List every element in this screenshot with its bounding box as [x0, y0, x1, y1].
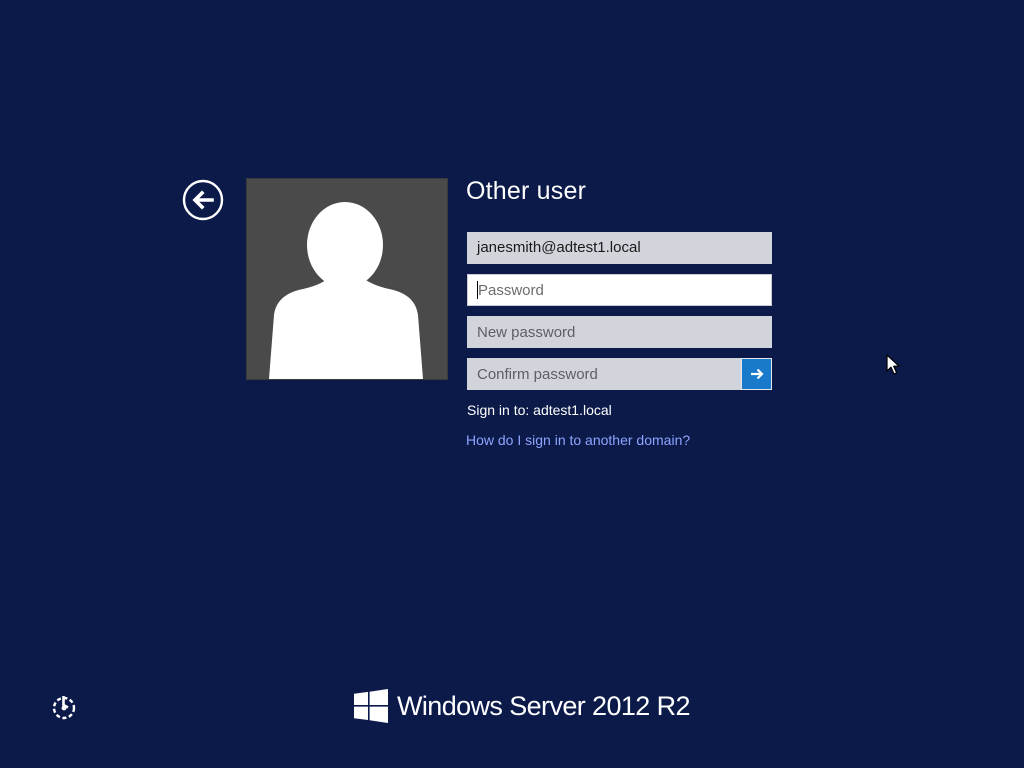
submit-button[interactable] [741, 358, 772, 390]
password-field[interactable] [467, 274, 772, 306]
new-password-field[interactable] [467, 316, 772, 348]
brand-text: Windows Server 2012 R2 [397, 690, 691, 721]
user-title: Other user [466, 177, 587, 205]
ease-of-access-button[interactable] [50, 693, 78, 721]
sign-in-domain-label: Sign in to: adtest1.local [467, 402, 612, 418]
text-caret [477, 281, 478, 299]
username-field[interactable]: janesmith@adtest1.local [467, 232, 772, 264]
user-silhouette-icon [269, 202, 423, 379]
back-button[interactable] [182, 179, 224, 221]
ease-of-access-icon [52, 696, 76, 720]
user-avatar [246, 178, 448, 380]
windows-server-brand: Windows Server 2012 R2 [354, 688, 691, 724]
confirm-password-field[interactable] [467, 358, 742, 390]
windows-logo-icon [354, 689, 388, 723]
other-domain-help-link[interactable]: How do I sign in to another domain? [466, 432, 690, 448]
mouse-pointer-icon [886, 354, 900, 375]
arrow-right-icon [750, 368, 764, 380]
arrow-left-circle-icon [182, 179, 224, 221]
